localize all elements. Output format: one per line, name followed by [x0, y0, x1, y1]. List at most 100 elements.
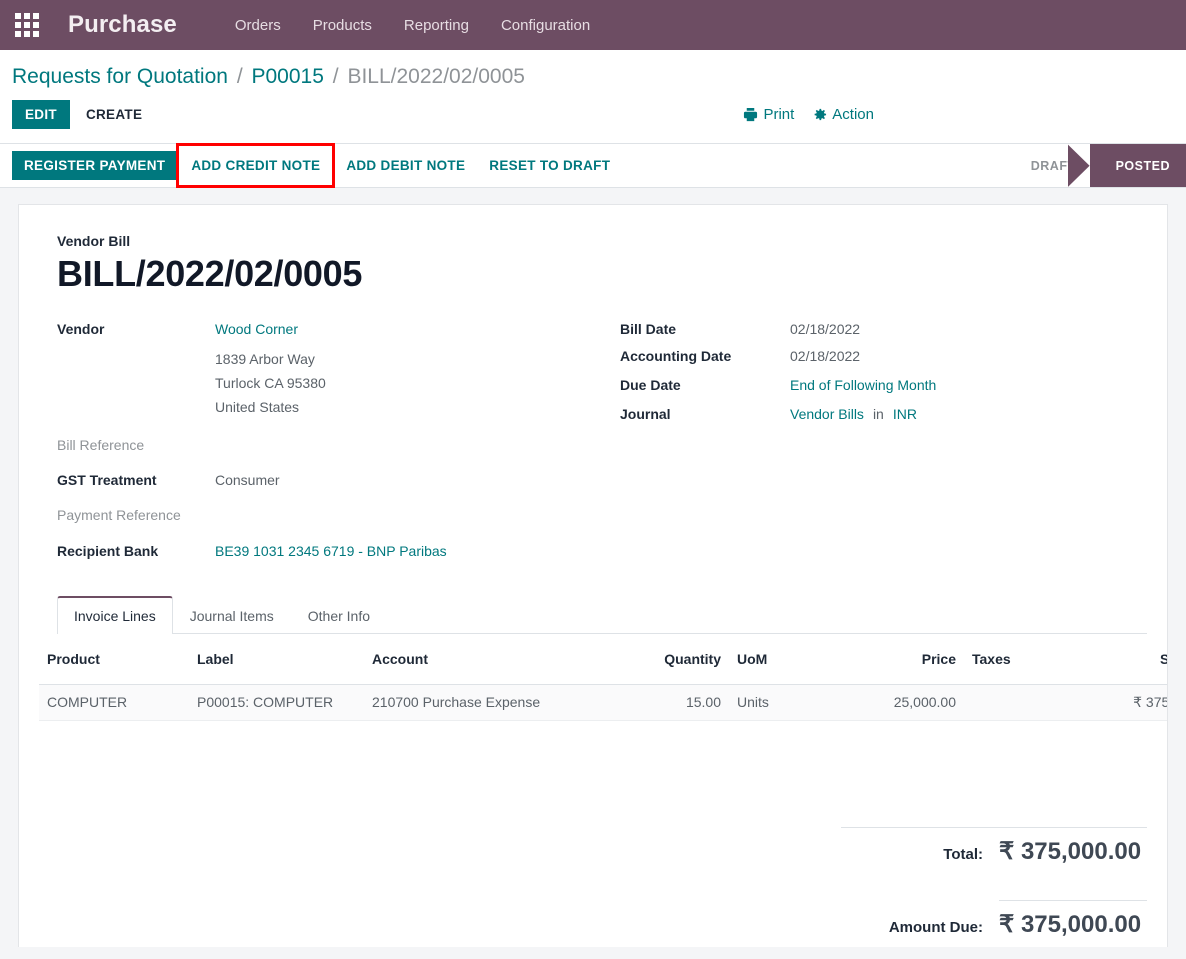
register-payment-button[interactable]: REGISTER PAYMENT [12, 151, 178, 181]
table-header-row: Product Label Account Quantity UoM Price… [39, 633, 1167, 685]
form-column-left: Vendor Wood Corner 1839 Arbor Way Turloc… [57, 321, 602, 569]
totals-section: Total: ₹ 375,000.00 Amount Due: ₹ 375,00… [57, 826, 1147, 939]
apps-grid-icon[interactable] [14, 12, 40, 38]
cell-quantity: 15.00 [639, 684, 729, 721]
add-credit-note-button[interactable]: ADD CREDIT NOTE [176, 143, 336, 189]
accounting-date-label: Accounting Date [620, 348, 732, 365]
field-journal: Journal Vendor Bills in INR [620, 406, 1147, 422]
status-stages: DRAFT POSTED [1009, 144, 1186, 188]
bill-date-label: Bill Date [620, 321, 677, 338]
due-date-value[interactable]: End of Following Month [790, 377, 936, 393]
table-row[interactable]: COMPUTER P00015: COMPUTER 210700 Purchas… [39, 684, 1167, 721]
statusbar: REGISTER PAYMENT ADD CREDIT NOTE ADD DEB… [0, 143, 1186, 189]
vendor-address: 1839 Arbor Way Turlock CA 95380 United S… [215, 348, 326, 419]
currency-value[interactable]: INR [893, 406, 917, 422]
address-line-1: 1839 Arbor Way [215, 351, 315, 368]
app-brand-title[interactable]: Purchase [68, 11, 177, 39]
column-header-subtotal[interactable]: Subtotal [1074, 633, 1167, 685]
print-label: Print [763, 106, 795, 124]
menu-item-configuration[interactable]: Configuration [485, 11, 606, 40]
action-menu[interactable]: Action [812, 106, 874, 123]
sheet-background: Vendor Bill BILL/2022/02/0005 Vendor Woo… [0, 188, 1186, 948]
address-line-3: United States [215, 398, 300, 415]
field-bill-reference: Bill Reference [57, 437, 602, 453]
column-header-price[interactable]: Price [879, 633, 964, 685]
printer-icon [743, 107, 758, 122]
total-value: ₹ 375,000.00 [999, 837, 1142, 865]
recipient-bank-label: Recipient Bank [57, 542, 159, 559]
field-due-date: Due Date End of Following Month [620, 377, 1147, 393]
address-line-2: Turlock CA 95380 [215, 375, 326, 392]
form-columns: Vendor Wood Corner 1839 Arbor Way Turloc… [57, 321, 1147, 569]
vendor-value[interactable]: Wood Corner [215, 321, 298, 337]
form-subtitle: Vendor Bill [57, 233, 131, 250]
breadcrumb-root[interactable]: Requests for Quotation [12, 65, 228, 88]
breadcrumb-parent[interactable]: P00015 [252, 65, 324, 88]
menu-item-reporting[interactable]: Reporting [388, 11, 485, 40]
field-vendor-address: 1839 Arbor Way Turlock CA 95380 United S… [57, 348, 602, 419]
cell-subtotal: ₹ 375,000.00 [1074, 684, 1167, 721]
action-label: Action [832, 106, 874, 124]
vendor-label: Vendor [57, 321, 105, 338]
add-debit-note-button[interactable]: ADD DEBIT NOTE [334, 151, 477, 180]
record-buttons: EDIT CREATE [12, 100, 158, 130]
reset-to-draft-button[interactable]: RESET TO DRAFT [477, 151, 622, 180]
cell-account: 210700 Purchase Expense [364, 684, 639, 721]
column-header-account[interactable]: Account [364, 633, 639, 685]
form-sheet: Vendor Bill BILL/2022/02/0005 Vendor Woo… [18, 204, 1168, 948]
journal-in-text: in [872, 406, 884, 423]
column-header-label[interactable]: Label [189, 633, 364, 685]
cell-label: P00015: COMPUTER [189, 684, 364, 721]
field-payment-reference: Payment Reference [57, 507, 602, 523]
field-vendor: Vendor Wood Corner [57, 321, 602, 337]
cell-uom: Units [729, 684, 879, 721]
edit-button[interactable]: EDIT [12, 100, 70, 130]
field-gst-treatment: GST Treatment Consumer [57, 472, 602, 488]
notebook-tabs: Invoice Lines Journal Items Other Info [57, 595, 1147, 634]
tab-journal-items[interactable]: Journal Items [173, 597, 291, 634]
tab-invoice-lines[interactable]: Invoice Lines [57, 595, 173, 634]
print-menu[interactable]: Print [743, 106, 794, 123]
breadcrumb-current: BILL/2022/02/0005 [347, 65, 525, 88]
status-stage-posted[interactable]: POSTED [1089, 144, 1186, 188]
form-column-right: Bill Date 02/18/2022 Accounting Date 02/… [602, 321, 1147, 569]
amount-due-value: ₹ 375,000.00 [999, 910, 1142, 938]
total-row: Total: ₹ 375,000.00 [841, 828, 1147, 866]
breadcrumb-separator-2: / [332, 65, 339, 88]
column-header-product[interactable]: Product [39, 633, 189, 685]
field-accounting-date: Accounting Date 02/18/2022 [620, 348, 1147, 364]
cell-product: COMPUTER [39, 684, 189, 721]
menu-item-products[interactable]: Products [297, 11, 388, 40]
tab-other-info[interactable]: Other Info [291, 597, 387, 634]
accounting-date-value[interactable]: 02/18/2022 [790, 348, 860, 364]
breadcrumb: Requests for Quotation / P00015 / BILL/2… [12, 50, 1174, 94]
invoice-lines-table: Product Label Account Quantity UoM Price… [39, 633, 1167, 721]
gear-icon [812, 107, 827, 122]
top-navbar: Purchase Orders Products Reporting Confi… [0, 0, 1186, 50]
column-header-quantity[interactable]: Quantity [639, 633, 729, 685]
amount-due-row: Amount Due: ₹ 375,000.00 [841, 901, 1147, 939]
journal-label: Journal [620, 406, 671, 423]
gst-treatment-value[interactable]: Consumer [215, 472, 280, 488]
recipient-bank-value[interactable]: BE39 1031 2345 6719 - BNP Paribas [215, 543, 447, 559]
create-button[interactable]: CREATE [70, 100, 158, 129]
main-menu: Orders Products Reporting Configuration [219, 11, 606, 40]
payment-reference-label: Payment Reference [57, 506, 181, 523]
field-recipient-bank: Recipient Bank BE39 1031 2345 6719 - BNP… [57, 543, 602, 559]
amount-due-block: Amount Due: ₹ 375,000.00 [841, 899, 1147, 939]
gst-treatment-label: GST Treatment [57, 471, 157, 488]
field-bill-date: Bill Date 02/18/2022 [620, 321, 1147, 337]
menu-item-orders[interactable]: Orders [219, 11, 297, 40]
journal-value[interactable]: Vendor Bills [790, 406, 864, 422]
cell-taxes [964, 684, 1074, 721]
control-panel-actions: Print Action [743, 106, 1174, 123]
statusbar-buttons: REGISTER PAYMENT ADD CREDIT NOTE ADD DEB… [0, 143, 622, 189]
breadcrumb-separator-1: / [236, 65, 243, 88]
column-header-taxes[interactable]: Taxes [964, 633, 1074, 685]
totals-inner: Total: ₹ 375,000.00 Amount Due: ₹ 375,00… [841, 826, 1147, 939]
notebook: Invoice Lines Journal Items Other Info P… [39, 595, 1167, 939]
column-header-uom[interactable]: UoM [729, 633, 879, 685]
bill-date-value[interactable]: 02/18/2022 [790, 321, 860, 337]
control-panel-buttons: EDIT CREATE Print Action [12, 94, 1174, 143]
page-title: BILL/2022/02/0005 [57, 253, 363, 295]
